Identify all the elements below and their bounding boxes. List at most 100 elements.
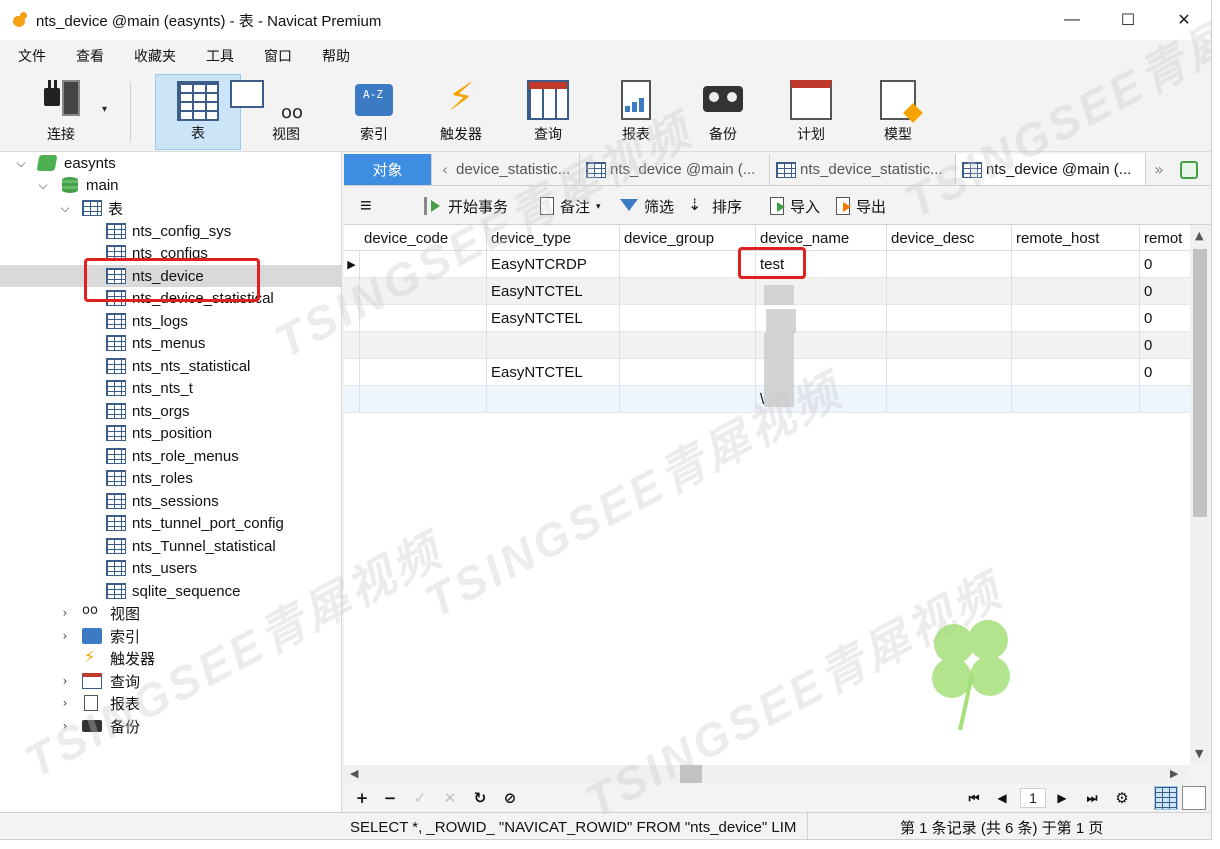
tree-table-item[interactable]: nts_menus (0, 332, 341, 354)
scroll-left-icon[interactable]: ◀ (350, 767, 358, 780)
menu-icon[interactable]: ≡ (360, 195, 372, 217)
grid-cell[interactable]: 0 (1140, 278, 1190, 305)
grid-cell[interactable] (1012, 251, 1140, 278)
delete-record-button[interactable]: − (380, 788, 400, 808)
grid-cell[interactable] (887, 386, 1012, 413)
chevron-right-icon[interactable]: › (58, 629, 72, 643)
grid-cell[interactable] (620, 251, 756, 278)
grid-cell[interactable]: 0 (1140, 359, 1190, 386)
menu-file[interactable]: 文件 (8, 46, 56, 66)
scroll-down-icon[interactable]: ▼ (1195, 747, 1203, 760)
previous-page-button[interactable]: ◀ (992, 788, 1012, 808)
grid-cell[interactable] (360, 386, 487, 413)
connect-button[interactable]: 连接 (18, 74, 104, 150)
horizontal-scrollbar[interactable]: ◀ ▶ (344, 765, 1190, 783)
tree-group-triggers[interactable]: ⚡ 触发器 (0, 647, 341, 669)
backup-button[interactable]: 备份 (680, 74, 766, 150)
apply-changes-button[interactable]: ✓ (410, 788, 430, 808)
query-button[interactable]: 查询 (505, 74, 591, 150)
tree-table-item[interactable]: nts_nts_statistical (0, 355, 341, 377)
grid-cell[interactable] (620, 278, 756, 305)
tree-group-views[interactable]: › oo 视图 (0, 602, 341, 624)
grid-cell[interactable]: EasyNTCTEL (487, 305, 620, 332)
grid-cell[interactable] (487, 332, 620, 359)
new-tab-button[interactable] (1176, 154, 1202, 185)
grid-cell[interactable] (1012, 305, 1140, 332)
tree-table-item[interactable]: nts_config_sys (0, 220, 341, 242)
tab-device-statistical-1[interactable]: device_statistic... (454, 154, 580, 185)
tree-table-item[interactable]: nts_users (0, 557, 341, 579)
grid-view-icon[interactable] (1154, 786, 1178, 810)
tree-tables-group[interactable]: ⌵ 表 (0, 197, 341, 219)
table-button[interactable]: 表 (155, 74, 241, 150)
grid-cell[interactable] (1012, 278, 1140, 305)
grid-cell[interactable] (887, 305, 1012, 332)
tree-table-item[interactable]: nts_position (0, 422, 341, 444)
memo-button[interactable]: 备注 ▾ (540, 195, 601, 217)
page-number-input[interactable]: 1 (1020, 788, 1046, 808)
tree-table-item[interactable]: sqlite_sequence (0, 580, 341, 602)
tree-group-indexes[interactable]: › 索引 (0, 625, 341, 647)
discard-changes-button[interactable]: ✕ (440, 788, 460, 808)
menu-help[interactable]: 帮助 (312, 46, 360, 66)
grid-cell[interactable] (1012, 386, 1140, 413)
refresh-button[interactable]: ↻ (470, 788, 490, 808)
stop-button[interactable]: ⊘ (500, 788, 520, 808)
tree-group-backups[interactable]: › 备份 (0, 715, 341, 737)
chevron-down-icon[interactable]: ⌵ (36, 178, 50, 193)
import-button[interactable]: 导入 (770, 195, 820, 217)
column-header[interactable]: remote_host (1012, 225, 1140, 251)
next-page-button[interactable]: ▶ (1052, 788, 1072, 808)
tree-table-item[interactable]: nts_Tunnel_statistical (0, 535, 341, 557)
tree-table-item[interactable]: nts_logs (0, 310, 341, 332)
grid-cell[interactable]: EasyNTCRDP (487, 251, 620, 278)
vertical-scroll-thumb[interactable] (1193, 249, 1207, 517)
column-header[interactable]: remot (1140, 225, 1190, 251)
vertical-scrollbar[interactable]: ▲ ▼ (1190, 225, 1210, 765)
minimize-button[interactable]: — (1044, 0, 1100, 40)
tree-group-reports[interactable]: › 报表 (0, 692, 341, 714)
grid-cell[interactable]: 0 (1140, 332, 1190, 359)
grid-cell[interactable]: 0 (1140, 251, 1190, 278)
tree-database[interactable]: ⌵ main (0, 174, 341, 196)
grid-cell[interactable] (487, 386, 620, 413)
maximize-button[interactable]: ☐ (1100, 0, 1156, 40)
memo-dropdown-icon[interactable]: ▾ (596, 201, 601, 212)
menu-tools[interactable]: 工具 (196, 46, 244, 66)
tab-nts-device-1[interactable]: nts_device @main (... (580, 154, 770, 185)
grid-cell[interactable] (360, 359, 487, 386)
sort-button[interactable]: ⇣ 排序 (688, 195, 742, 217)
trigger-button[interactable]: ⚡ 触发器 (418, 74, 504, 150)
column-header[interactable]: device_desc (887, 225, 1012, 251)
horizontal-scroll-thumb[interactable] (680, 765, 702, 783)
index-button[interactable]: A-Z 索引 (331, 74, 417, 150)
tab-scroll-left-icon[interactable]: ‹ (434, 154, 456, 185)
grid-cell[interactable] (1140, 386, 1190, 413)
column-header[interactable]: device_group (620, 225, 756, 251)
report-button[interactable]: 报表 (593, 74, 679, 150)
view-button[interactable]: oo 视图 (230, 74, 329, 150)
menu-view[interactable]: 查看 (66, 46, 114, 66)
tab-objects[interactable]: 对象 (344, 154, 432, 185)
chevron-down-icon[interactable]: ⌵ (58, 201, 72, 216)
last-page-button[interactable]: ⏭ (1082, 788, 1102, 808)
tab-nts-device-active[interactable]: nts_device @main (... (956, 154, 1146, 185)
chevron-right-icon[interactable]: › (58, 606, 72, 620)
add-record-button[interactable]: + (352, 788, 372, 808)
menu-window[interactable]: 窗口 (254, 46, 302, 66)
grid-cell[interactable] (360, 251, 487, 278)
grid-cell[interactable] (1012, 332, 1140, 359)
grid-cell[interactable] (887, 359, 1012, 386)
grid-cell[interactable] (887, 278, 1012, 305)
export-button[interactable]: 导出 (836, 195, 886, 217)
tree-group-queries[interactable]: › 查询 (0, 670, 341, 692)
model-button[interactable]: 模型 (855, 74, 941, 150)
grid-cell[interactable] (360, 278, 487, 305)
form-view-icon[interactable] (1182, 786, 1206, 810)
tree-table-item[interactable]: nts_sessions (0, 490, 341, 512)
grid-cell[interactable]: EasyNTCTEL (487, 359, 620, 386)
tree-table-item[interactable]: nts_nts_t (0, 377, 341, 399)
grid-cell[interactable] (1012, 359, 1140, 386)
tree-connection[interactable]: ⌵ easynts (0, 152, 341, 174)
connect-dropdown-arrow[interactable]: ▾ (102, 104, 107, 115)
